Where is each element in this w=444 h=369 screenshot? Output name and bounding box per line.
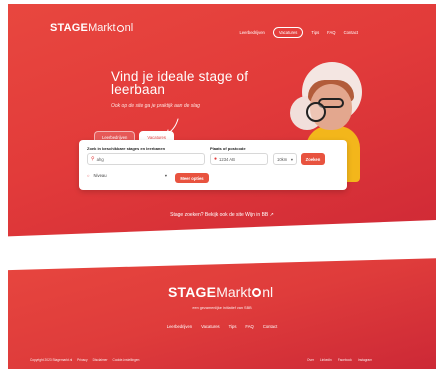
site-footer: STAGE Markt nl een gezamenlijke initiati… xyxy=(8,250,436,369)
search-button[interactable]: Zoeken xyxy=(301,153,325,165)
chevron-down-icon: ▾ xyxy=(290,156,293,162)
nav-item-vacatures[interactable]: Vacatures xyxy=(272,27,304,38)
footer-nav-vacatures[interactable]: Vacatures xyxy=(201,324,220,329)
nav-item-contact[interactable]: Contact xyxy=(344,30,358,35)
footer-nav-tips[interactable]: Tips xyxy=(229,324,237,329)
social-link-facebook[interactable]: Facebook xyxy=(338,358,352,362)
top-navigation: Leerbedrijven Vacatures Tips FAQ Contact xyxy=(239,27,358,38)
location-label: Plaats of postcode xyxy=(210,146,246,151)
external-link-icon: ↗ xyxy=(269,212,274,218)
page-title: Vind je ideale stage of leerbaan xyxy=(111,69,249,97)
footer-nav-faq[interactable]: FAQ xyxy=(245,324,253,329)
nav-item-leerbedrijven[interactable]: Leerbedrijven xyxy=(239,30,264,35)
query-label: Zoek in beschikbare stages en leerbanen xyxy=(87,146,166,151)
privacy-link[interactable]: Privacy xyxy=(77,358,87,362)
cta-link[interactable]: Stage zoeken? Bekijk ook de site Wijn in… xyxy=(0,212,444,218)
filter-icon: ○ xyxy=(87,173,90,178)
search-input[interactable]: ⚲ ahg xyxy=(87,153,205,165)
chevron-down-icon: ▾ xyxy=(164,173,167,178)
social-link-linkedin[interactable]: Linkedin xyxy=(320,358,332,362)
search-card: Zoek in beschikbare stages en leerbanen … xyxy=(79,140,347,190)
page-subtitle: Ook op de site ga je praktijk aan de sla… xyxy=(111,103,200,109)
social-link-over[interactable]: Over xyxy=(307,358,314,362)
site-logo[interactable]: STAGE Markt nl xyxy=(50,22,133,34)
footer-nav-leerbedrijven[interactable]: Leerbedrijven xyxy=(167,324,192,329)
social-link-instagram[interactable]: Instagram xyxy=(358,358,372,362)
footer-logo[interactable]: STAGE Markt nl xyxy=(168,284,273,300)
footer-legal: Copyright 2023 Stagemarkt.nl Privacy Dis… xyxy=(30,358,139,362)
location-input[interactable]: ● 1234 AB xyxy=(210,153,268,165)
more-options-button[interactable]: Meer opties xyxy=(175,173,209,183)
location-pin-icon: ● xyxy=(214,156,218,162)
radius-select[interactable]: 10km ▾ xyxy=(273,153,297,165)
footer-initiative: een gezamenlijke initiatief van SBB xyxy=(192,306,252,310)
footer-social: Over Linkedin Facebook Instagram xyxy=(307,358,372,362)
copyright-text: Copyright 2023 Stagemarkt.nl xyxy=(30,358,73,362)
magnifier-icon xyxy=(306,102,326,122)
cookie-settings-link[interactable]: Cookie-instellingen xyxy=(113,358,140,362)
logo-dot-icon xyxy=(252,287,262,297)
hero-banner: STAGE Markt nl Leerbedrijven Vacatures T… xyxy=(8,4,436,244)
footer-navigation: Leerbedrijven Vacatures Tips FAQ Contact xyxy=(8,324,436,329)
hero-divider xyxy=(8,218,436,244)
logo-dot-icon xyxy=(116,24,124,32)
nav-item-tips[interactable]: Tips xyxy=(311,30,319,35)
level-filter[interactable]: ○ Niveau ▾ xyxy=(87,173,167,178)
footer-nav-contact[interactable]: Contact xyxy=(263,324,277,329)
search-icon: ⚲ xyxy=(91,156,95,162)
footer-divider xyxy=(8,250,436,271)
nav-item-faq[interactable]: FAQ xyxy=(327,30,335,35)
disclaimer-link[interactable]: Disclaimer xyxy=(93,358,108,362)
